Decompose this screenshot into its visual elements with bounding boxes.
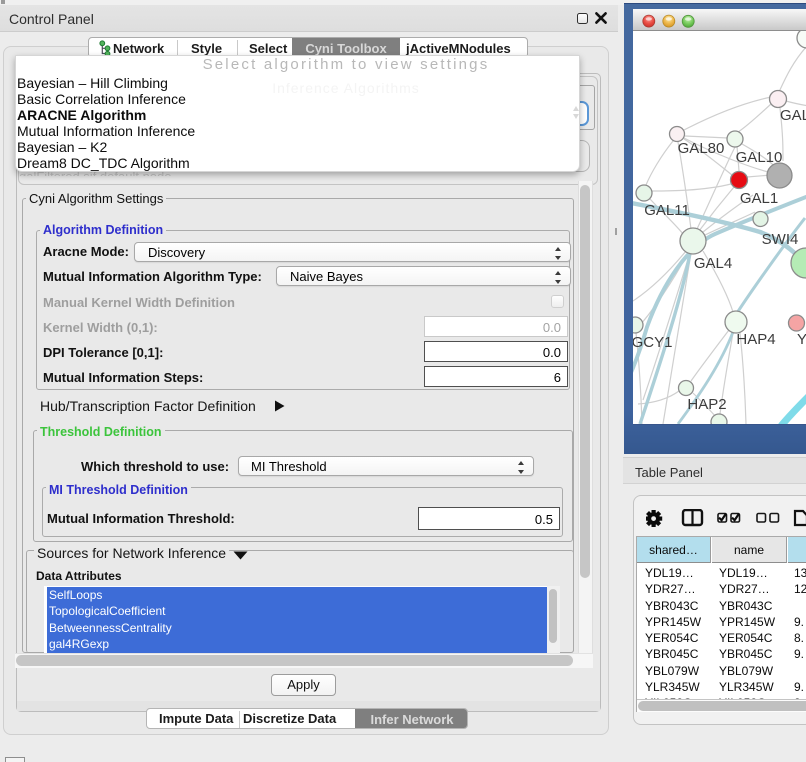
svg-text:GAL2: GAL2 xyxy=(780,107,806,124)
svg-text:GAL11: GAL11 xyxy=(644,202,690,219)
svg-text:GAL1: GAL1 xyxy=(740,190,778,207)
svg-text:SWI4: SWI4 xyxy=(762,231,799,248)
svg-text:GAL80: GAL80 xyxy=(678,140,725,157)
svg-text:GAL10: GAL10 xyxy=(736,149,783,166)
svg-text:HAP2: HAP2 xyxy=(687,396,726,413)
svg-text:GAL4: GAL4 xyxy=(694,255,732,272)
svg-text:HAP4: HAP4 xyxy=(736,331,775,348)
svg-text:GCY1: GCY1 xyxy=(633,334,672,351)
svg-text:Y: Y xyxy=(797,331,806,348)
